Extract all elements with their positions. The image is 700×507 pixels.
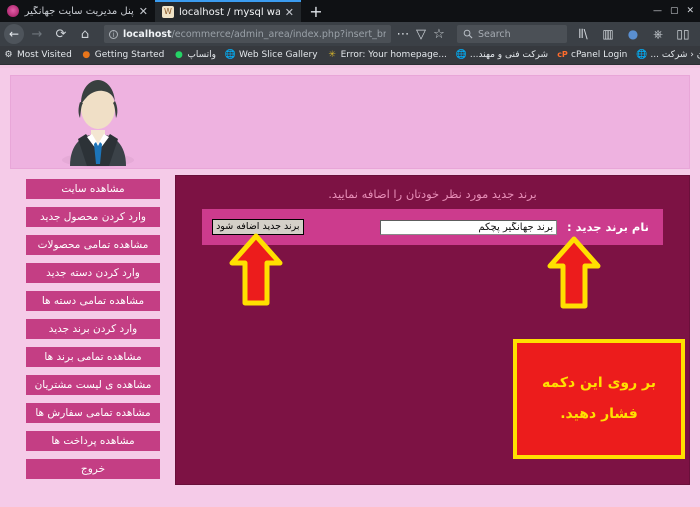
- admin-sidebar: مشاهده سایت وارد کردن محصول جدید مشاهده …: [19, 175, 167, 485]
- tab-localhost-wampserver[interactable]: W localhost / mysql wampserver / ec ✕: [155, 0, 301, 22]
- close-icon[interactable]: ✕: [139, 6, 148, 17]
- minimize-button[interactable]: —: [653, 6, 662, 16]
- sidebar-item-view-all-products[interactable]: مشاهده تمامی محصولات: [26, 235, 160, 255]
- bookmark-pishkhan[interactable]: 🌐 پیشخوان ‹ شرکت ...: [636, 50, 700, 61]
- tab-title: localhost / mysql wampserver / ec: [179, 6, 280, 18]
- bookmark-error-homepage[interactable]: ✳ Error: Your homepage...: [327, 50, 447, 61]
- sidebar-item-payments[interactable]: مشاهده پرداخت ها: [26, 431, 160, 451]
- new-tab-button[interactable]: +: [301, 0, 331, 22]
- bookmark-label: پیشخوان ‹ شرکت ...: [650, 50, 700, 60]
- bookmark-label: شرکت فنی و مهند...: [469, 50, 548, 60]
- bookmark-label: Error: Your homepage...: [340, 50, 447, 60]
- pocket-save-icon[interactable]: ▽: [415, 23, 427, 45]
- admin-avatar-icon: [62, 80, 134, 167]
- page-title: برند جدید مورد نظر خودتان را اضافه نمایی…: [328, 187, 537, 201]
- firefox-icon: ●: [82, 49, 91, 60]
- bookmark-label: واتساپ: [187, 50, 216, 60]
- page-content: برند جدید مورد نظر خودتان را اضافه نمایی…: [0, 68, 700, 507]
- browser-window: پنل مدیریت سایت جهانگیر پچکم ✕ W localho…: [0, 0, 700, 507]
- close-window-button[interactable]: ✕: [686, 6, 694, 16]
- bookmarks-toolbar: ⚙ Most Visited ● Getting Started ● واتسا…: [0, 46, 700, 65]
- cpanel-icon: cP: [557, 50, 568, 59]
- site-banner: [10, 75, 690, 169]
- window-controls: — ▢ ✕: [646, 0, 700, 22]
- instruction-callout: بر روی این دکمه فشار دهید.: [513, 339, 685, 459]
- tab-title: پنل مدیریت سایت جهانگیر پچکم: [24, 5, 134, 17]
- bookmark-web-slice-gallery[interactable]: 🌐 Web Slice Gallery: [225, 50, 318, 61]
- address-bar[interactable]: i localhost/ecommerce/admin_area/index.p…: [104, 25, 391, 43]
- bookmark-whatsapp[interactable]: ● واتساپ: [173, 50, 216, 61]
- gear-icon: ⚙: [4, 49, 13, 60]
- brand-name-input[interactable]: [379, 219, 558, 235]
- bookmark-label: cPanel Login: [571, 50, 628, 60]
- sidebar-item-insert-category[interactable]: وارد کردن دسته جدید: [26, 263, 160, 283]
- bookmark-getting-started[interactable]: ● Getting Started: [81, 49, 165, 61]
- tab-admin-panel[interactable]: پنل مدیریت سایت جهانگیر پچکم ✕: [0, 0, 155, 22]
- sidebar-item-view-all-categories[interactable]: مشاهده تمامی دسته ها: [26, 291, 160, 311]
- library-icon[interactable]: ⦀\: [576, 23, 590, 45]
- bookshelf-icon[interactable]: ▯▯: [676, 23, 690, 45]
- bookmark-sherkat-fani[interactable]: 🌐 شرکت فنی و مهند...: [456, 50, 548, 61]
- globe-icon: 🌐: [455, 49, 468, 60]
- pocket-icon[interactable]: ⎈: [651, 23, 665, 45]
- navigation-toolbar: ← → ⟳ ⌂ i localhost/ecommerce/admin_area…: [0, 22, 700, 46]
- bookmark-star-icon[interactable]: ☆: [433, 23, 445, 45]
- page-inner: برند جدید مورد نظر خودتان را اضافه نمایی…: [10, 75, 690, 491]
- brand-name-label: نام برند جدید :: [567, 220, 649, 234]
- back-icon[interactable]: ←: [4, 24, 24, 44]
- address-bar-actions: ⋯ ▽ ☆: [393, 23, 449, 45]
- close-icon[interactable]: ✕: [285, 7, 294, 18]
- up-arrow-icon: [545, 236, 603, 312]
- search-placeholder: Search: [478, 28, 511, 40]
- wamp-icon: W: [162, 6, 174, 18]
- url-host: localhost: [123, 28, 172, 40]
- sidebar-item-view-all-brands[interactable]: مشاهده تمامی برند ها: [26, 347, 160, 367]
- bookmark-label: Web Slice Gallery: [238, 50, 318, 60]
- bookmark-label: Most Visited: [17, 50, 72, 60]
- search-icon: [463, 29, 473, 39]
- forward-icon[interactable]: →: [26, 23, 48, 45]
- bookmark-label: Getting Started: [94, 50, 165, 60]
- sidebar-item-view-site[interactable]: مشاهده سایت: [26, 179, 160, 199]
- home-icon[interactable]: ⌂: [74, 23, 96, 45]
- sidebar-item-insert-product[interactable]: وارد کردن محصول جدید: [26, 207, 160, 227]
- sidebar-item-all-orders[interactable]: مشاهده تمامی سفارش ها: [26, 403, 160, 423]
- url-text: localhost/ecommerce/admin_area/index.php…: [123, 29, 386, 40]
- page-bottom-strip: [10, 485, 690, 491]
- globe-icon: 🌐: [636, 49, 648, 60]
- sidebar-item-insert-brand[interactable]: وارد کردن برند جدید: [26, 319, 160, 339]
- content-row: برند جدید مورد نظر خودتان را اضافه نمایی…: [10, 175, 690, 485]
- tab-strip-empty-area: [331, 0, 647, 22]
- maximize-button[interactable]: ▢: [670, 6, 679, 16]
- whatsapp-icon: ●: [174, 49, 183, 60]
- tab-strip: پنل مدیریت سایت جهانگیر پچکم ✕ W localho…: [0, 0, 700, 22]
- page-actions-icon[interactable]: ⋯: [397, 23, 410, 45]
- reload-icon[interactable]: ⟳: [50, 23, 72, 45]
- warning-icon: ✳: [328, 49, 336, 60]
- globe-icon: 🌐: [224, 49, 237, 60]
- callout-line-1: بر روی این دکمه: [541, 374, 657, 391]
- pink-circle-icon: [7, 5, 19, 17]
- site-info-icon[interactable]: i: [109, 29, 118, 39]
- bookmark-most-visited[interactable]: ⚙ Most Visited: [3, 49, 72, 61]
- insert-brand-panel: برند جدید مورد نظر خودتان را اضافه نمایی…: [175, 175, 690, 485]
- bookmark-cpanel-login[interactable]: cP cPanel Login: [557, 50, 627, 61]
- url-path: /ecommerce/admin_area/index.php?insert_b…: [171, 28, 386, 40]
- sidebar-item-customers-list[interactable]: مشاهده ی لیست مشتریان: [26, 375, 160, 395]
- up-arrow-icon: [227, 233, 285, 309]
- account-icon[interactable]: ●: [626, 23, 640, 45]
- search-bar[interactable]: Search: [457, 25, 567, 43]
- sidebar-item-logout[interactable]: خروج: [26, 459, 160, 479]
- callout-line-2: فشار دهید.: [560, 406, 638, 422]
- sidebar-icon[interactable]: ▥: [601, 23, 615, 45]
- toolbar-icons: ⦀\ ▥ ● ⎈ ▯▯: [576, 23, 696, 45]
